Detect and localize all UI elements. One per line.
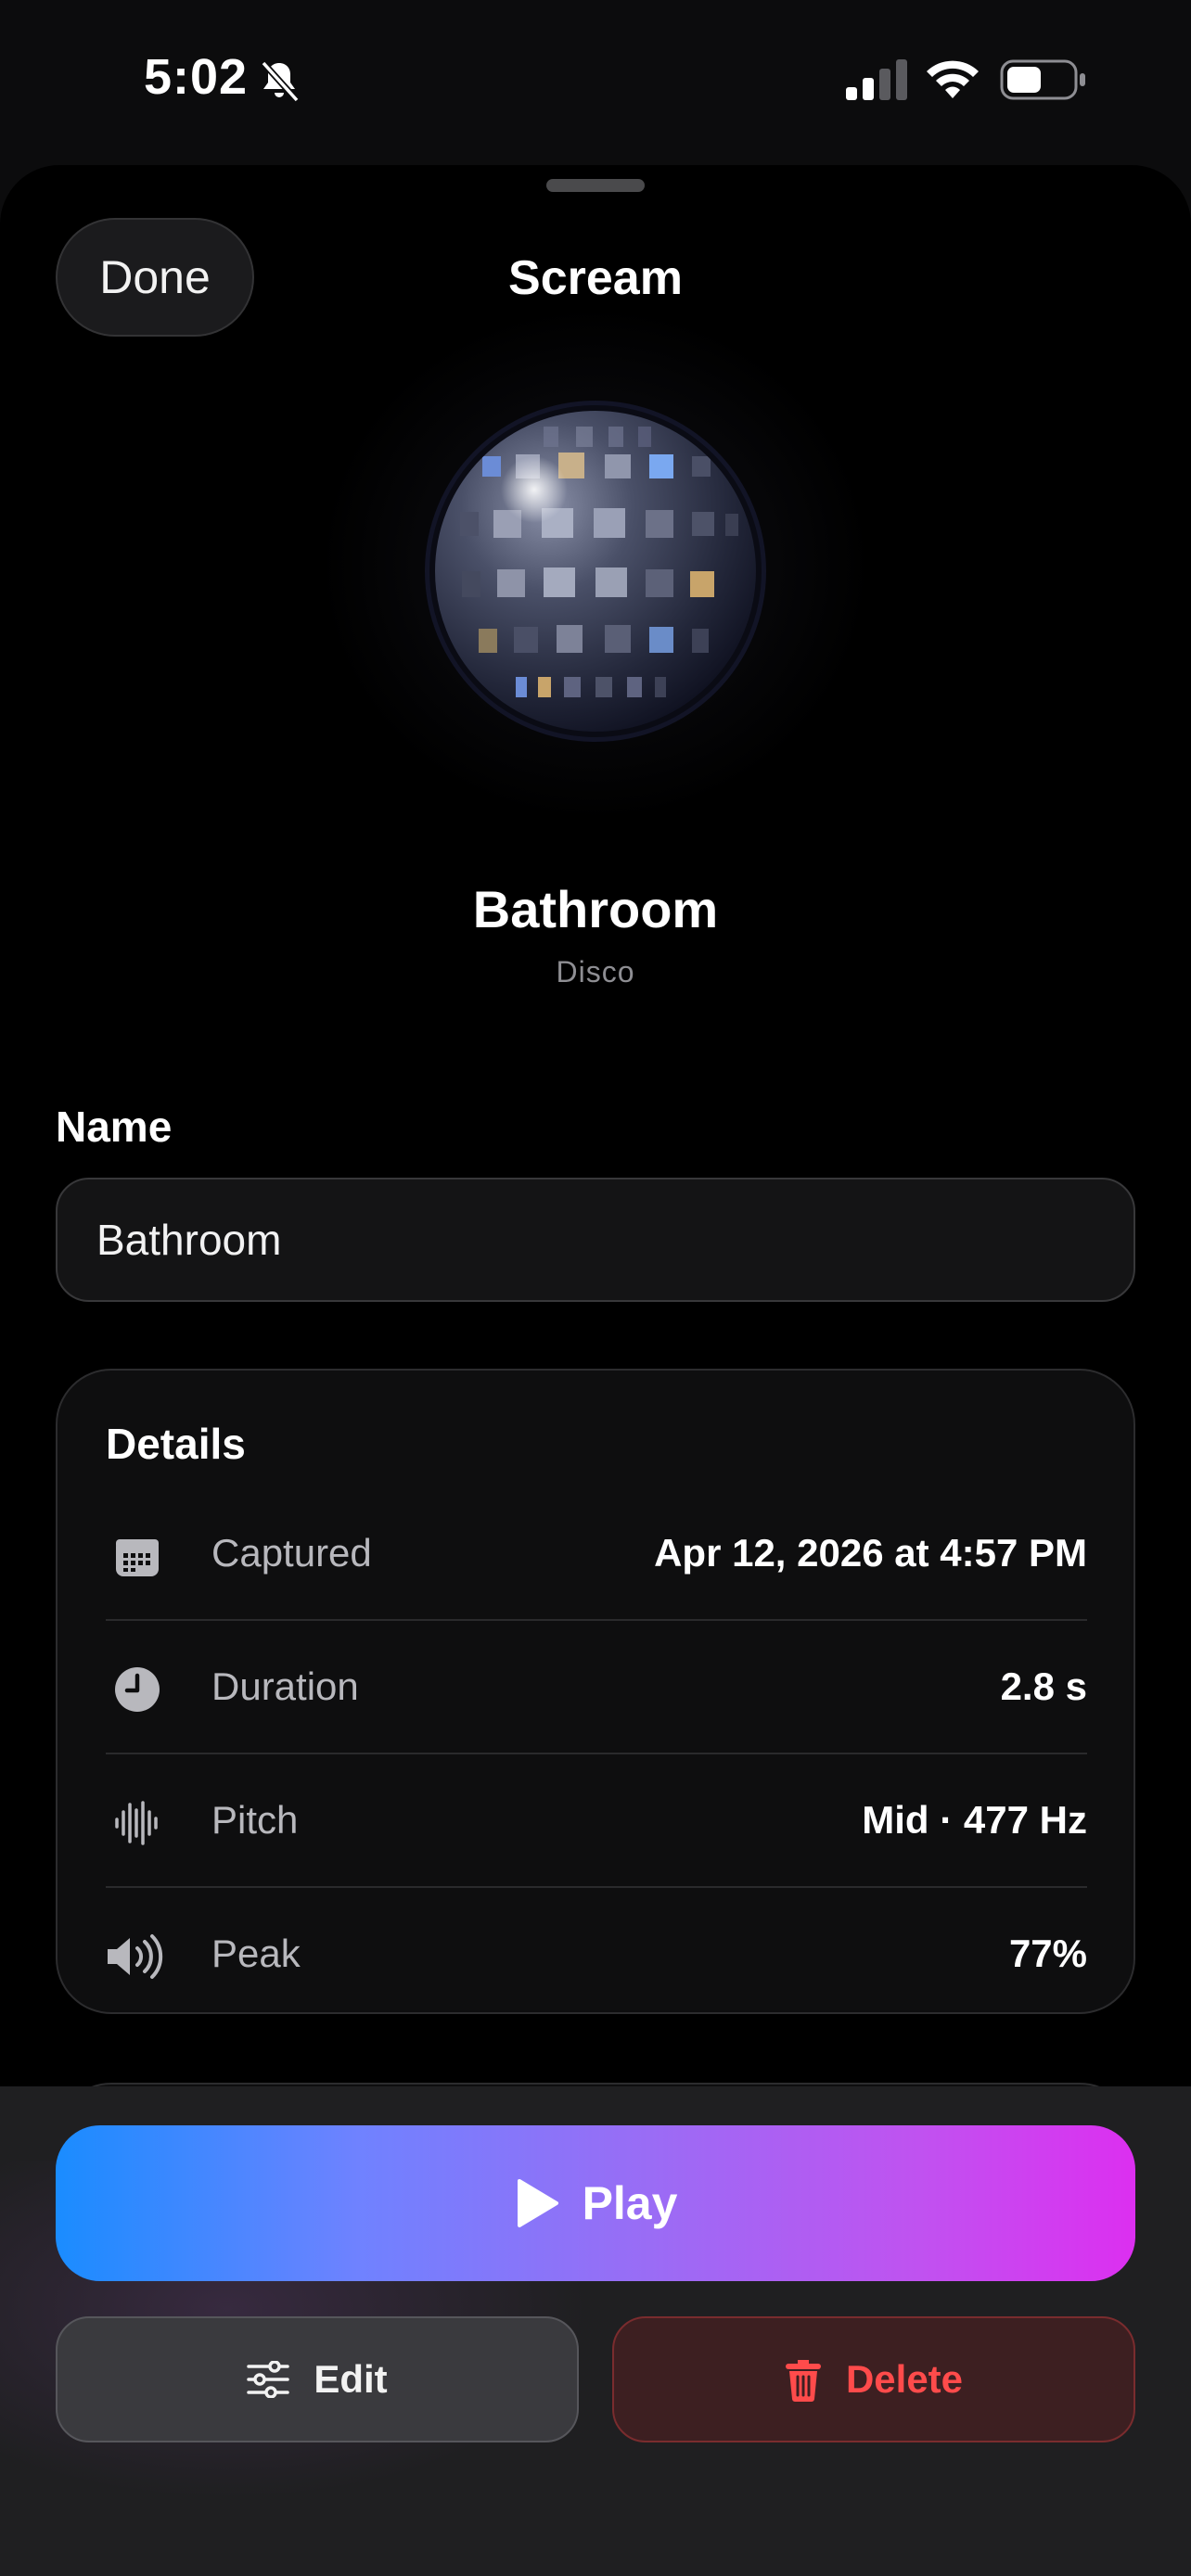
detail-row-peak: Peak 77% (106, 1888, 1087, 2020)
detail-value: Mid · 477 Hz (862, 1798, 1087, 1842)
wifi-icon (927, 60, 979, 98)
play-label: Play (582, 2177, 678, 2229)
place-name: Bathroom (472, 880, 719, 938)
detail-row-duration: Duration 2.8 s (106, 1621, 1087, 1753)
bell-slash-icon (261, 60, 300, 103)
detail-label: Captured (211, 1531, 372, 1575)
detail-label: Peak (211, 1932, 301, 1975)
speaker-wave-icon (108, 1934, 163, 1979)
calendar-icon (116, 1539, 159, 1576)
detail-value: 2.8 s (1000, 1664, 1087, 1708)
sliders-icon (247, 2361, 290, 2398)
detail-row-captured: Captured Apr 12, 2026 at 4:57 PM (106, 1487, 1087, 1619)
play-button[interactable]: Play (56, 2125, 1135, 2281)
detail-row-pitch: Pitch Mid · 477 Hz (106, 1754, 1087, 1886)
status-bar: 5:02 (0, 0, 1191, 158)
detail-label: Duration (211, 1664, 359, 1708)
play-icon (517, 2179, 558, 2227)
detail-value: Apr 12, 2026 at 4:57 PM (654, 1531, 1087, 1575)
clock-icon (115, 1667, 160, 1712)
edit-button[interactable]: Edit (56, 2316, 579, 2442)
edit-label: Edit (314, 2357, 388, 2401)
disco-ball-icon (425, 401, 766, 742)
waveform-icon (115, 1801, 158, 1845)
name-field[interactable]: Bathroom (56, 1178, 1135, 1302)
delete-label: Delete (845, 2357, 964, 2401)
cellular-signal-icon (846, 59, 907, 100)
detail-value: 77% (1008, 1932, 1087, 1975)
sheet-grabber[interactable] (546, 179, 645, 192)
details-title: Details (106, 1420, 246, 1468)
trash-icon (785, 2360, 821, 2402)
details-card: Details Captured Apr 12, 2026 at 4:57 PM… (56, 1369, 1135, 2014)
sheet-title: Scream (508, 251, 683, 305)
battery-icon (1000, 59, 1085, 100)
detail-label: Pitch (211, 1798, 299, 1842)
status-time: 5:02 (144, 49, 249, 105)
delete-button[interactable]: Delete (612, 2316, 1135, 2442)
name-label: Name (56, 1103, 173, 1151)
place-type: Disco (556, 955, 635, 988)
